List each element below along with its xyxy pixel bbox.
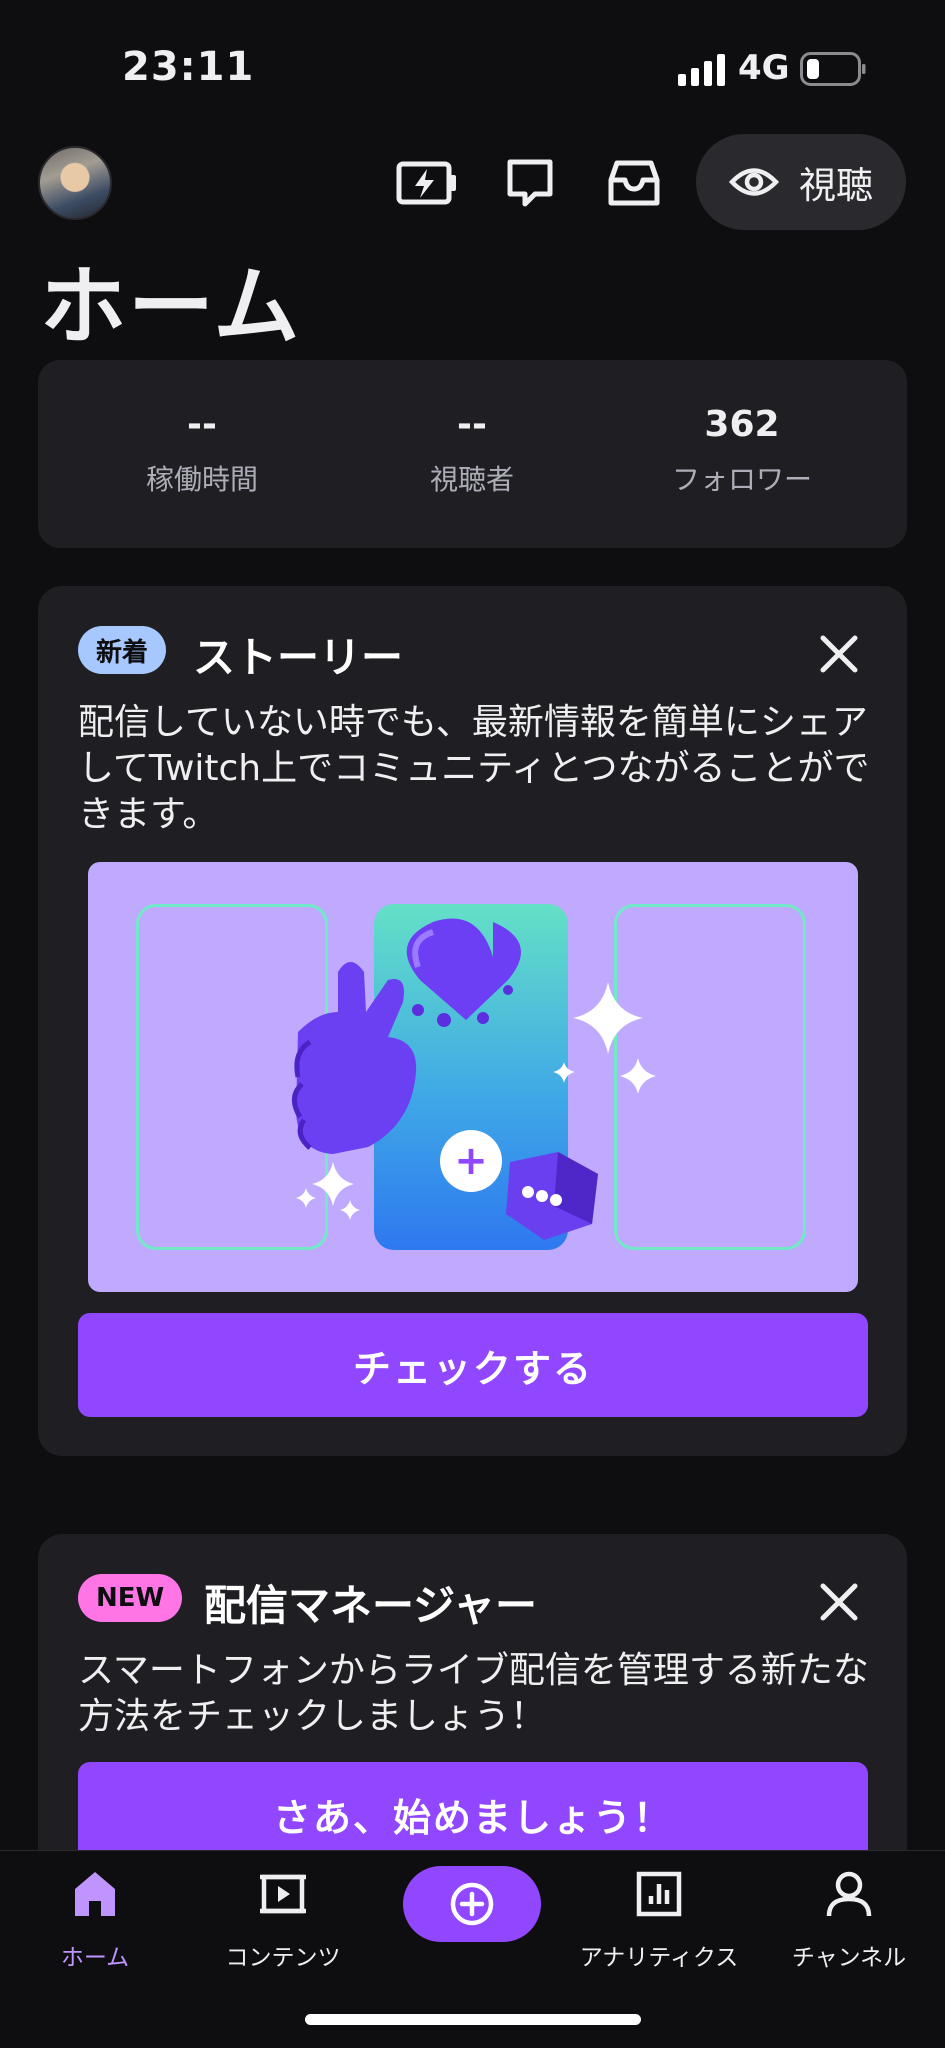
close-icon	[820, 1583, 858, 1621]
eye-icon	[729, 168, 779, 196]
nav-label: アナリティクス	[579, 1945, 739, 1971]
chart-icon	[631, 1866, 687, 1922]
stat-label: フォロワー	[671, 463, 812, 496]
stat-value: --	[457, 404, 487, 445]
inbox-icon	[608, 160, 660, 206]
nav-analytics[interactable]: アナリティクス	[564, 1860, 754, 1972]
stories-illustration: +	[88, 862, 858, 1292]
network-type: 4G	[738, 48, 790, 88]
nav-label: ホーム	[60, 1945, 130, 1971]
stories-close-button[interactable]	[811, 626, 867, 682]
stat-followers: 362 フォロワー	[602, 404, 882, 498]
battery-charge-button[interactable]	[394, 150, 460, 216]
person-icon	[821, 1866, 877, 1922]
stories-title: ストーリー	[193, 633, 404, 682]
nav-home[interactable]: ホーム	[0, 1860, 190, 1972]
home-indicator	[305, 2014, 641, 2025]
add-story-icon: +	[440, 1130, 502, 1192]
watch-button[interactable]: 視聴	[696, 134, 906, 230]
plus-circle-icon	[450, 1882, 494, 1926]
avatar[interactable]	[38, 146, 112, 220]
new-badge: NEW	[78, 1574, 183, 1622]
stat-value: --	[187, 404, 217, 445]
chat-button[interactable]	[497, 150, 563, 216]
battery-icon	[800, 52, 866, 86]
lightning-battery-icon	[396, 161, 456, 205]
film-icon	[255, 1866, 311, 1922]
nav-channel[interactable]: チャンネル	[754, 1860, 944, 1972]
stream-manager-close-button[interactable]	[811, 1574, 867, 1630]
nav-label: チャンネル	[791, 1945, 907, 1971]
page-title: ホーム	[40, 257, 302, 357]
home-icon	[67, 1866, 123, 1922]
stories-description: 配信していない時でも、最新情報を簡単にシェアしてTwitch上でコミュニティとつ…	[78, 702, 870, 835]
close-icon	[820, 635, 858, 673]
nav-content[interactable]: コンテンツ	[188, 1860, 378, 1972]
new-badge: 新着	[78, 626, 167, 674]
stat-viewers: -- 視聴者	[332, 404, 612, 498]
stat-uptime: -- 稼働時間	[62, 404, 342, 498]
signal-icon	[678, 54, 725, 86]
nav-label: コンテンツ	[225, 1945, 341, 1971]
chat-bubble-icon	[507, 159, 553, 207]
stat-value: 362	[704, 404, 780, 445]
inbox-button[interactable]	[601, 150, 667, 216]
watch-label: 視聴	[799, 164, 873, 207]
stories-check-button[interactable]: チェックする	[78, 1313, 868, 1417]
stat-label: 稼働時間	[145, 463, 258, 496]
stickers-illustration	[292, 918, 656, 1240]
status-time: 23:11	[122, 44, 255, 90]
stream-manager-title: 配信マネージャー	[204, 1581, 538, 1630]
create-button[interactable]	[403, 1866, 541, 1942]
stat-label: 視聴者	[429, 463, 514, 496]
stream-manager-description: スマートフォンからライブ配信を管理する新たな方法をチェックしましょう！	[78, 1650, 869, 1737]
